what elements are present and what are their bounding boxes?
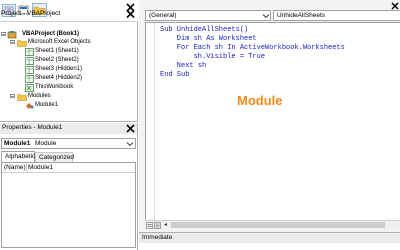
procedure-dropdown[interactable]: UnhideAllSheets [273, 10, 400, 21]
properties-grid: (Name) Module1 [1, 162, 136, 248]
workbook-icon [25, 84, 34, 92]
code-line: Next sh [160, 62, 207, 70]
tree-item-modules-folder[interactable]: ⊟ Modules [0, 92, 120, 101]
immediate-pane-title: Immediate [142, 234, 173, 241]
property-name: (Name) [4, 164, 26, 171]
close-icon [126, 9, 135, 19]
properties-pane-title: Properties - Module1 [2, 124, 63, 131]
tree-item-sheet[interactable]: Sheet2 (Sheet2) [0, 56, 120, 65]
project-pane-title: Project - VBAProject [0, 9, 125, 18]
chevron-down-icon [262, 14, 270, 19]
scroll-left-icon[interactable]: ◂ [164, 221, 167, 228]
horizontal-scroll-thumb[interactable] [171, 222, 385, 228]
horizontal-scrollbar[interactable]: ◂ [145, 220, 400, 229]
module-annotation: Module [237, 93, 283, 108]
tree-item-sheet-label: Sheet3 (Hidden1) [35, 66, 83, 72]
tab-categorized[interactable]: Categorized [35, 152, 75, 162]
object-dropdown[interactable]: Module1 Module [1, 138, 136, 149]
worksheet-icon [25, 66, 34, 74]
tree-item-sheet-label: Sheet1 (Sheet1) [35, 48, 79, 54]
properties-pane: Properties - Module1 Module1 Module Alph… [0, 123, 138, 250]
tree-item-objects-folder-label: Microsoft Excel Objects [28, 39, 91, 45]
tree-item-module-label: Module1 [35, 102, 59, 108]
procedure-view-button[interactable] [146, 222, 153, 229]
code-line: End Sub [160, 71, 190, 79]
property-row[interactable]: (Name) Module1 [2, 163, 135, 173]
tree-item-modules-folder-label: Modules [28, 93, 51, 99]
code-line: Sub UnhideAllSheets() [160, 26, 249, 34]
worksheet-icon [25, 57, 34, 65]
tree-item-objects-folder[interactable]: ⊟ Microsoft Excel Objects [0, 38, 120, 47]
properties-pane-titlebar: Properties - Module1 [0, 123, 137, 134]
module-view-button[interactable] [154, 222, 161, 229]
tree-item-sheet-label: Sheet4 (Hidden2) [35, 75, 83, 81]
procedure-dropdown-label: UnhideAllSheets [277, 12, 326, 19]
project-pane-bottom-border [0, 121, 138, 122]
immediate-pane: Immediate [139, 232, 400, 250]
close-icon [126, 124, 135, 133]
tab-alphabetic[interactable]: Alphabetic [1, 151, 35, 162]
collapse-icon[interactable]: ⊟ [10, 92, 15, 101]
general-dropdown-label: (General) [149, 12, 177, 19]
object-dropdown-name: Module1 [4, 140, 31, 147]
properties-close-button[interactable] [125, 123, 136, 134]
immediate-pane-titlebar: Immediate [139, 233, 400, 243]
property-value[interactable]: Module1 [28, 164, 53, 171]
code-line: sh.Visible = True [160, 53, 266, 61]
project-pane: Project - VBAProject ⊟ VBAProject (Book1… [0, 0, 138, 122]
code-margin-indicator [146, 23, 155, 220]
module-icon [26, 103, 34, 109]
general-dropdown[interactable]: (General) [145, 10, 271, 21]
project-pane-title-text: Project - VBAProject [1, 10, 61, 17]
tree-item-sheet-label: Sheet2 (Sheet2) [35, 57, 79, 63]
chevron-down-icon [126, 142, 134, 147]
code-line: For Each sh In ActiveWorkbook.Worksheets [160, 44, 345, 52]
tree-item-sheet[interactable]: Sheet1 (Sheet1) [0, 47, 120, 56]
folder-icon [17, 40, 27, 47]
code-line: Dim sh As Worksheet [160, 35, 257, 43]
tree-item-sheet[interactable]: Sheet3 (Hidden1) [0, 65, 120, 74]
worksheet-icon [25, 75, 34, 83]
tab-alphabetic-label: Alphabetic [5, 153, 36, 160]
property-divider [26, 163, 27, 173]
folder-icon [17, 94, 27, 101]
project-pane-close[interactable] [125, 9, 136, 19]
worksheet-icon [25, 48, 34, 56]
tree-item-workbook[interactable]: ThisWorkbook [0, 83, 120, 92]
object-dropdown-type: Module [35, 140, 57, 147]
tree-item-sheet[interactable]: Sheet4 (Hidden2) [0, 74, 120, 83]
tree-item-workbook-label: ThisWorkbook [35, 84, 74, 90]
collapse-icon[interactable]: ⊟ [10, 38, 15, 47]
module-view-icon [154, 222, 161, 229]
tab-categorized-label: Categorized [39, 154, 75, 161]
tree-item-module[interactable]: Module1 [0, 101, 120, 110]
project-tree: ⊟ VBAProject (Book1) ⊟ Microsoft Excel O… [0, 30, 137, 120]
procedure-view-icon [146, 222, 153, 229]
